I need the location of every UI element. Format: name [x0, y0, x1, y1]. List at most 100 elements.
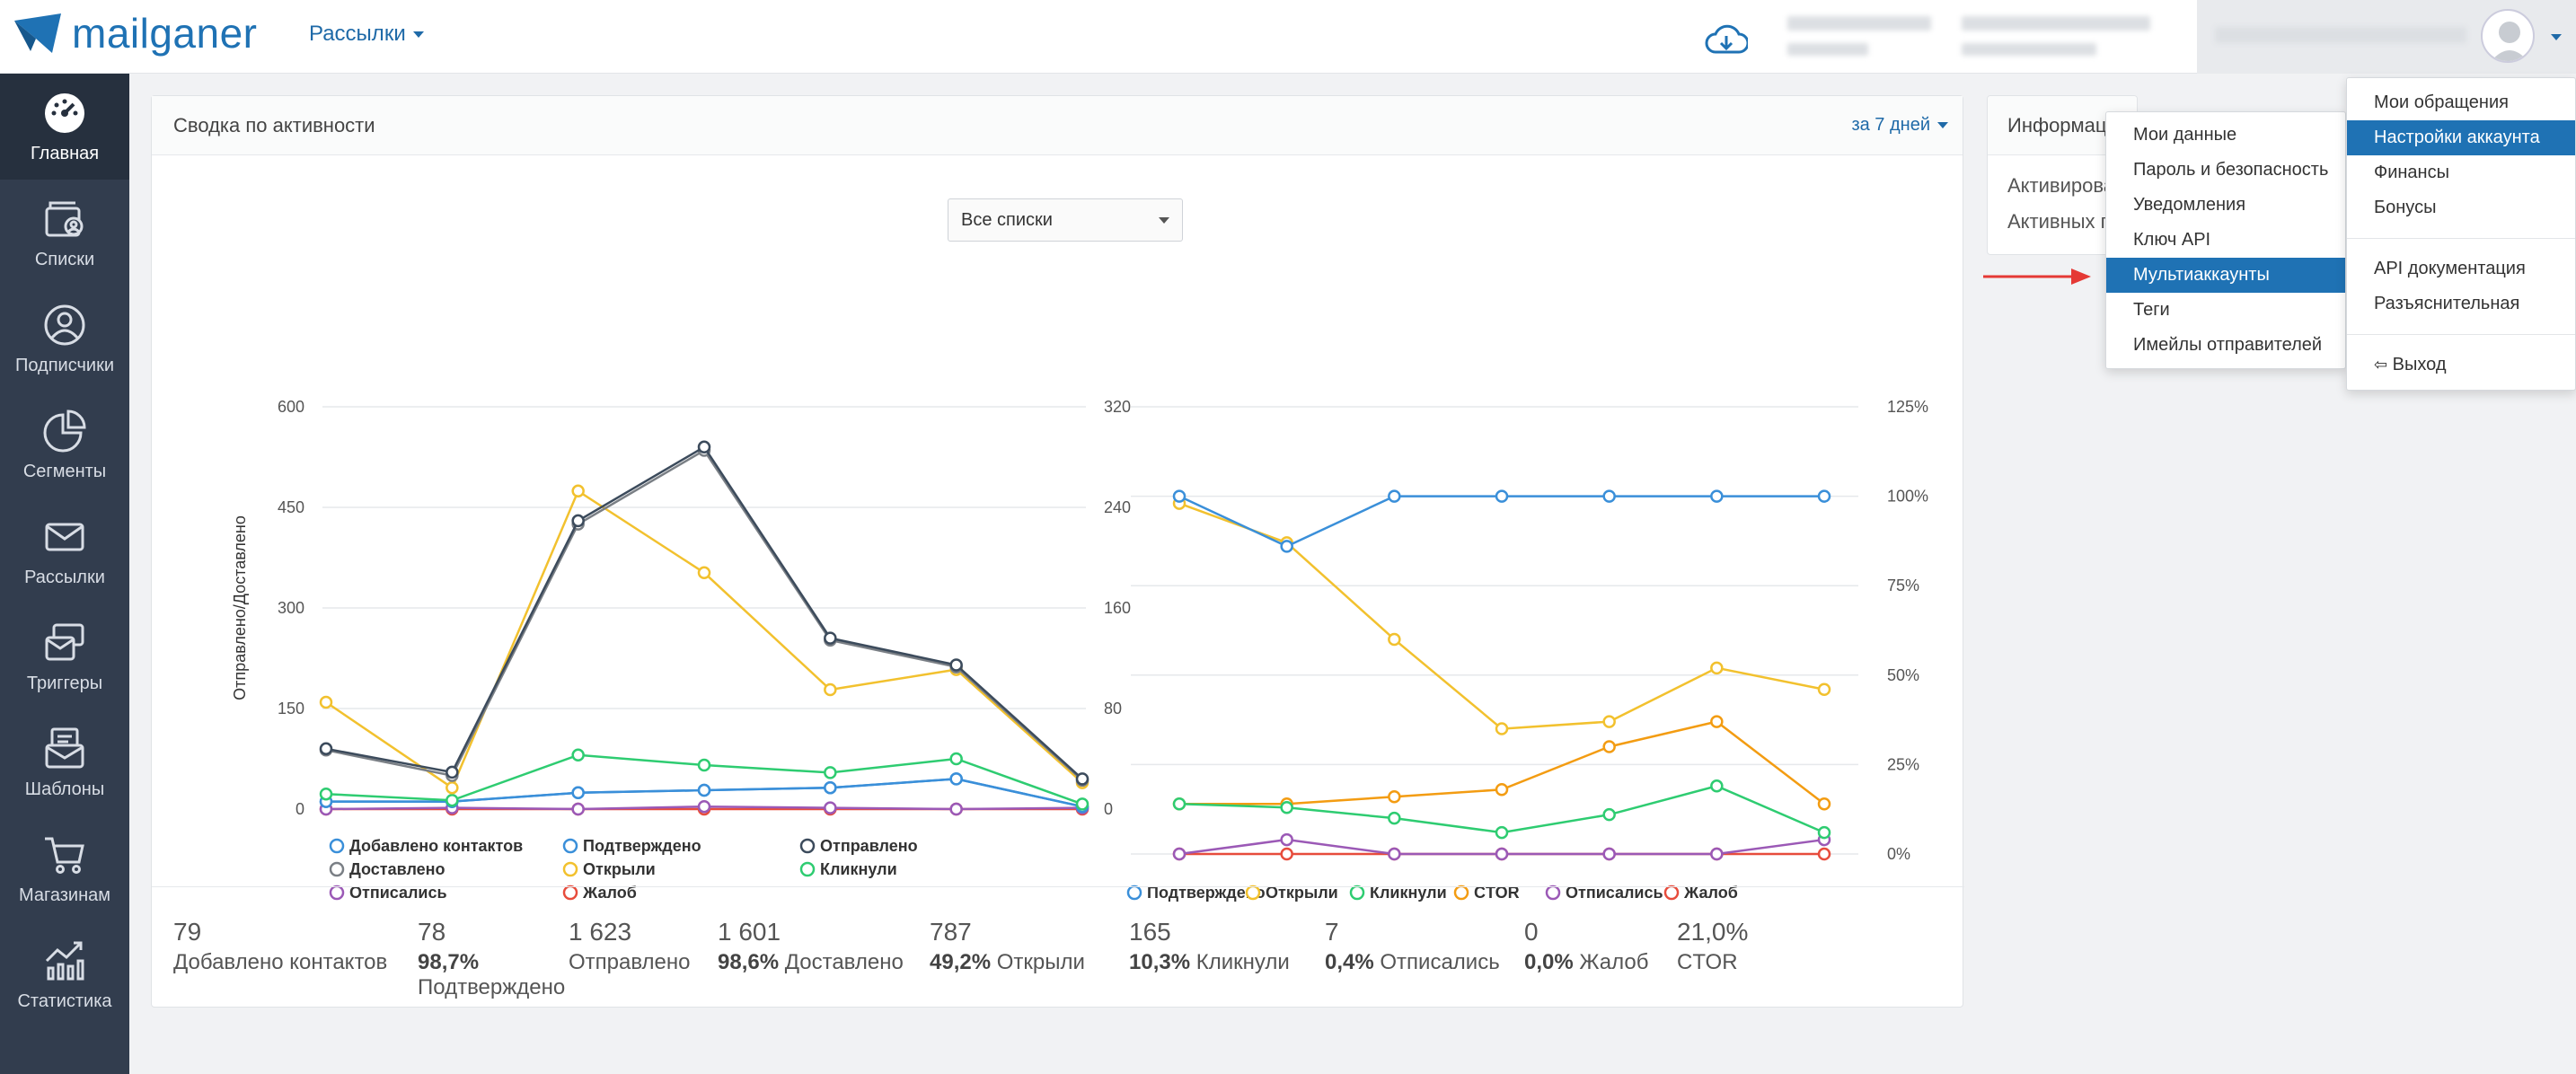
y-tick-left: 0 [296, 800, 304, 818]
data-point [824, 766, 837, 779]
period-selector[interactable]: за 7 дней [1851, 115, 1948, 136]
envelope-logo-icon [14, 13, 61, 53]
data-point [1495, 722, 1509, 735]
pie-icon [43, 409, 86, 452]
submenu-item[interactable]: Ключ API [2106, 223, 2345, 258]
legend-label: Открыли [583, 860, 656, 878]
logout-icon: ⇦ [2374, 356, 2388, 374]
sidebar-item-home[interactable]: Главная [0, 74, 129, 180]
data-point [949, 772, 963, 786]
avatar[interactable] [2481, 9, 2535, 63]
sidebar: Главная Списки Подписчики Сегменты Рассы… [0, 74, 129, 1074]
stat-label: 10,3% Кликнули [1129, 950, 1290, 974]
data-point [446, 793, 459, 807]
arrow-annotation-icon [1983, 268, 2091, 285]
data-point [1710, 779, 1724, 793]
menu-item-account-settings[interactable]: Настройки аккаунта [2347, 120, 2575, 155]
stat-label: 98,6% Доставлено [718, 950, 904, 974]
sidebar-item-mailings[interactable]: Рассылки [0, 497, 129, 603]
submenu-item[interactable]: Мои данные [2106, 118, 2345, 153]
submenu-item[interactable]: Теги [2106, 293, 2345, 328]
data-point [1280, 800, 1293, 814]
sidebar-item-templates[interactable]: Шаблоны [0, 709, 129, 815]
data-point [1710, 489, 1724, 503]
data-point [1602, 807, 1616, 822]
series-line [325, 445, 1083, 780]
list-select[interactable]: Все списки [948, 198, 1183, 242]
menu-item-explanatory[interactable]: Разъяснительная [2347, 286, 2575, 321]
menu-item-api-docs[interactable]: API документация [2347, 251, 2575, 286]
submenu-item[interactable]: Уведомления [2106, 188, 2345, 223]
mailings-menu-label: Рассылки [309, 22, 406, 46]
sidebar-item-lists[interactable]: Списки [0, 180, 129, 286]
data-point [824, 801, 837, 814]
legend-label: Добавлено контактов [349, 837, 523, 855]
stat-value: 21,0% [1677, 918, 1749, 946]
menu-item-my-requests[interactable]: Мои обращения [2347, 85, 2575, 120]
sidebar-item-stores[interactable]: Магазинам [0, 815, 129, 921]
chevron-down-icon[interactable] [2551, 34, 2562, 40]
stat-value: 165 [1129, 918, 1171, 946]
logo[interactable]: mailganer [13, 9, 258, 57]
data-point [1602, 740, 1616, 753]
data-point [1388, 811, 1401, 825]
data-point [1495, 825, 1509, 840]
blurred-balance [1787, 16, 1931, 31]
activity-panel: Сводка по активности за 7 дней Все списк… [151, 95, 1964, 1008]
y-tick-left: 600 [278, 398, 304, 416]
y-tick-right: 0% [1887, 845, 1910, 863]
chevron-down-icon [1937, 122, 1948, 128]
series-line [1178, 502, 1825, 730]
y-tick-left: 150 [278, 700, 304, 717]
sidebar-item-triggers[interactable]: Триггеры [0, 603, 129, 709]
stats-icon [45, 941, 84, 980]
sidebar-item-statistics[interactable]: Статистика [0, 921, 129, 1027]
sidebar-item-subscribers[interactable]: Подписчики [0, 286, 129, 392]
series-line [325, 489, 1083, 790]
menu-divider [2347, 334, 2575, 335]
submenu-item[interactable]: Пароль и безопасность [2106, 153, 2345, 188]
stat-item: 78 98,7% Подтверждено [418, 918, 569, 1008]
data-point [1280, 832, 1293, 847]
mailings-menu[interactable]: Рассылки [309, 22, 424, 47]
stat-label: CTOR [1677, 950, 1738, 974]
menu-divider [2347, 238, 2575, 239]
menu-item-bonuses[interactable]: Бонусы [2347, 190, 2575, 225]
blurred-balance-sub [1787, 43, 1868, 56]
y-tick-right: 100% [1887, 488, 1928, 506]
data-point [319, 695, 333, 709]
stat-percent: 0,4% [1325, 950, 1381, 974]
logout-label: Выход [2392, 355, 2447, 374]
submenu-item[interactable]: Мультиаккаунты [2106, 258, 2345, 293]
data-point [824, 682, 837, 697]
blurred-tariff [1962, 16, 2150, 31]
stat-item: 165 10,3% Кликнули [1129, 918, 1325, 1008]
activity-chart-left: 0 0150 80300 160450 240600 320Отправлено/Дост… [231, 398, 1131, 902]
menu-item-logout[interactable]: ⇦ Выход [2347, 348, 2575, 383]
data-point [446, 780, 459, 795]
stat-item: 21,0% CTOR [1677, 918, 1803, 1008]
data-point [1602, 489, 1616, 503]
data-point [446, 765, 459, 779]
sidebar-item-label: Списки [34, 249, 95, 269]
legend-label: Доставлено [349, 860, 446, 878]
stat-label: Добавлено контактов [173, 950, 388, 974]
data-point [1388, 847, 1401, 861]
y-tick-left: 300 [278, 599, 304, 617]
submenu-item[interactable]: Имейлы отправителей [2106, 328, 2345, 363]
blurred-tariff-sub [1962, 43, 2096, 56]
data-point [1075, 797, 1090, 811]
legend-marker [329, 838, 345, 854]
stat-item: 7 0,4% Отписались [1325, 918, 1524, 1008]
legend-marker [799, 838, 816, 854]
blurred-username [2215, 27, 2466, 43]
account-settings-submenu: Мои данные Пароль и безопасность Уведомлен… [2105, 111, 2346, 369]
menu-item-finance[interactable]: Финансы [2347, 155, 2575, 190]
sidebar-item-segments[interactable]: Сегменты [0, 392, 129, 497]
stat-label: Отправлено [569, 950, 691, 974]
trigger-icon [45, 623, 84, 660]
data-point [319, 742, 333, 756]
stat-value: 1 601 [718, 918, 781, 946]
data-point [1172, 847, 1187, 861]
cloud-download-icon[interactable] [1705, 23, 1748, 56]
